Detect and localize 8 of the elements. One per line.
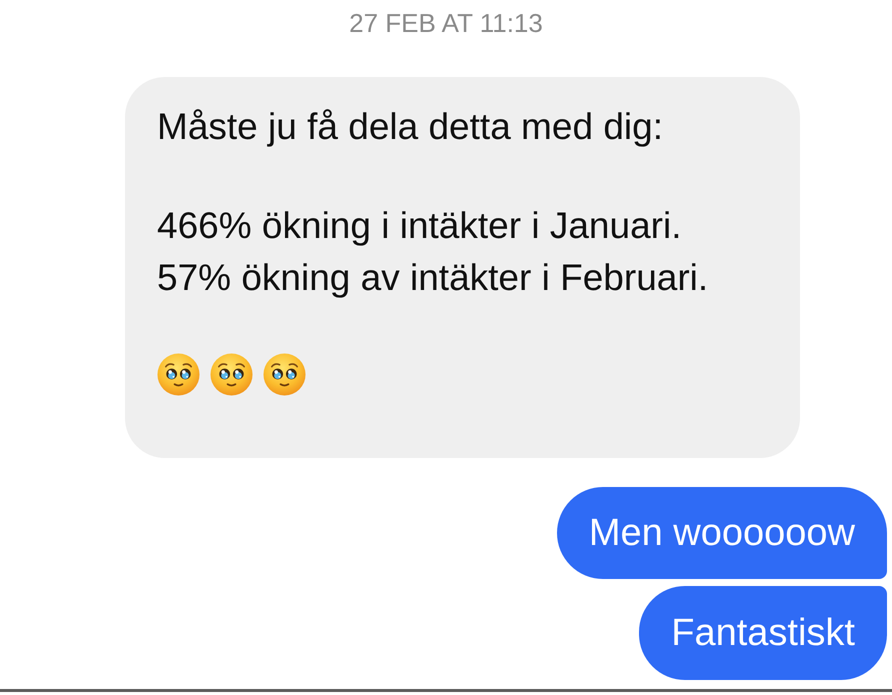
pleading-face-icon bbox=[263, 353, 306, 396]
timestamp-text: 27 FEB AT 11:13 bbox=[349, 8, 543, 38]
message-text: 466% ökning i intäkter i Januari. 57% ökning av intäkter i Februari. bbox=[157, 204, 710, 300]
message-text: Men woooooow bbox=[588, 511, 855, 556]
message-text: Fantastiskt bbox=[671, 611, 855, 656]
message-text: Måste ju få dela detta med dig: bbox=[157, 105, 664, 149]
pleading-face-icon bbox=[157, 353, 200, 396]
pleading-face-icon bbox=[210, 353, 253, 396]
